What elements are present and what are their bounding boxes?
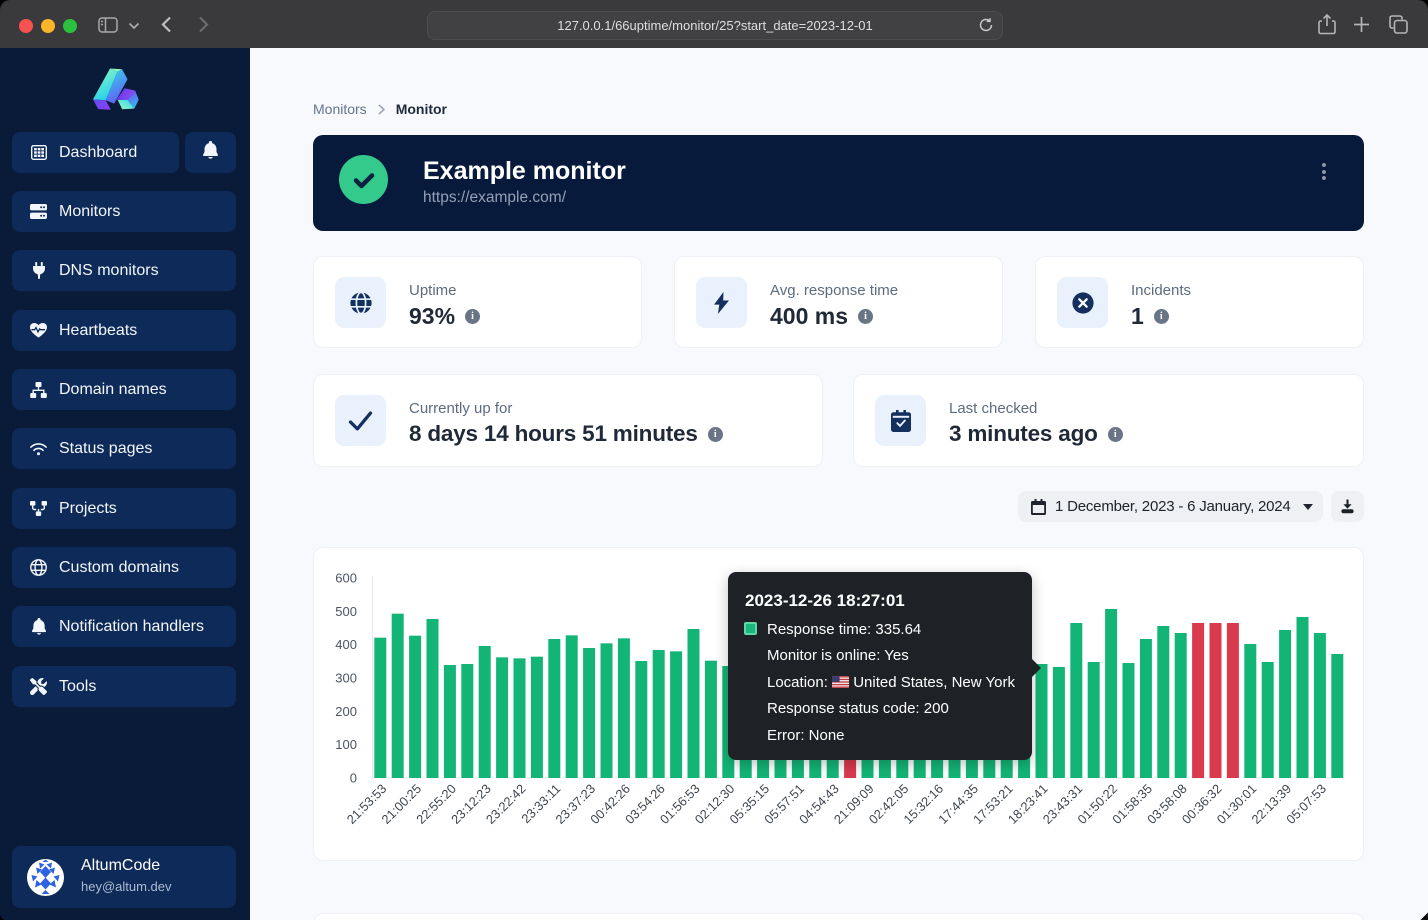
svg-text:500: 500 [335, 604, 357, 619]
svg-text:300: 300 [335, 671, 357, 686]
svg-text:400: 400 [335, 637, 357, 652]
svg-text:600: 600 [335, 571, 357, 586]
svg-text:200: 200 [335, 704, 357, 719]
svg-text:0: 0 [350, 771, 357, 786]
svg-text:100: 100 [335, 737, 357, 752]
